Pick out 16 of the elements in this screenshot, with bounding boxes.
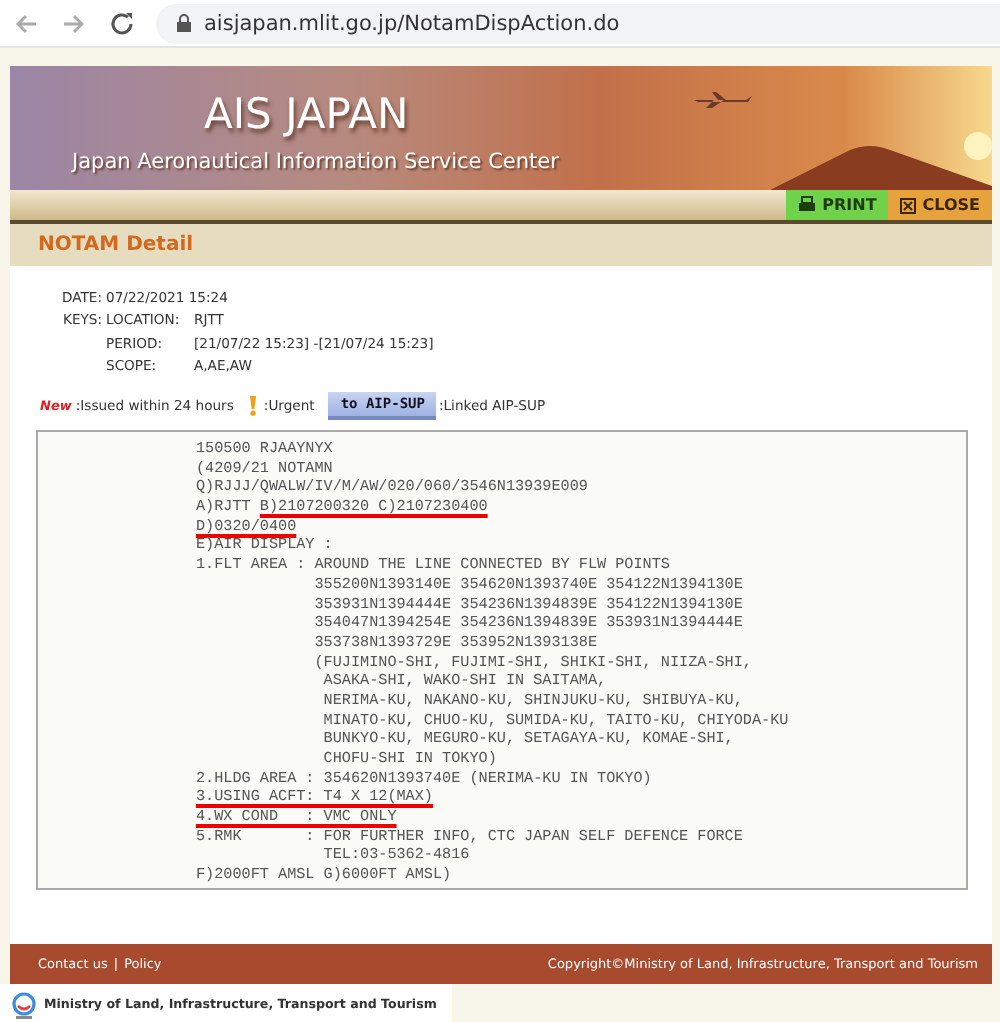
exclamation-icon — [247, 396, 258, 416]
printer-icon — [798, 196, 817, 214]
site-title: AIS JAPAN — [204, 90, 409, 138]
close-icon — [900, 197, 917, 213]
site-subtitle: Japan Aeronautical Information Service Center — [72, 150, 559, 174]
airplane-icon — [690, 90, 754, 110]
ministry-logo-icon — [12, 991, 36, 1019]
reload-icon[interactable] — [108, 9, 136, 37]
back-icon[interactable] — [12, 9, 40, 37]
lock-icon — [176, 14, 192, 32]
address-bar[interactable]: aisjapan.mlit.go.jp/NotamDispAction.do — [156, 3, 1000, 43]
close-button[interactable]: CLOSE — [888, 190, 992, 220]
forward-icon[interactable] — [60, 9, 88, 37]
print-button[interactable]: PRINT — [786, 190, 889, 220]
url-text: aisjapan.mlit.go.jp/NotamDispAction.do — [204, 11, 620, 35]
section-title: NOTAM Detail — [10, 224, 992, 266]
